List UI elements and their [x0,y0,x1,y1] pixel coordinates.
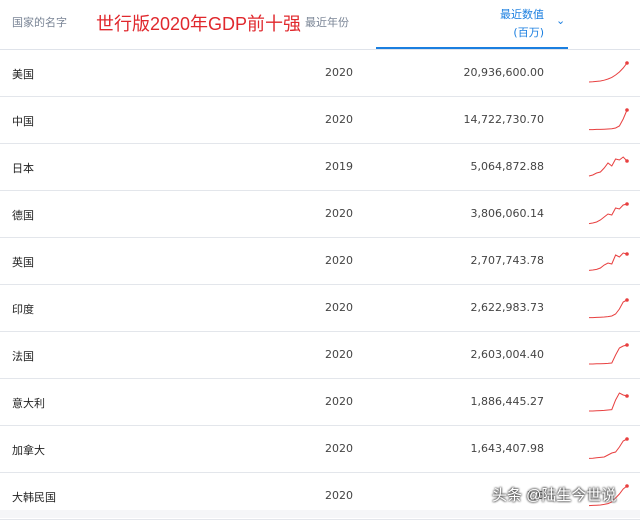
gdp-value: 20,936,600.00 [463,66,544,79]
sparkline-chart [589,108,629,131]
year-value: 2020 [325,442,353,455]
sparkline[interactable] [586,154,630,180]
gdp-table: 国家的名字 世行版2020年GDP前十强 最近年份 最近数值 (百万) ⌄ 美国… [0,0,640,520]
table-row[interactable]: 美国 2020 20,936,600.00 [0,50,640,97]
sparkline[interactable] [586,201,630,227]
country-name[interactable]: 美国 [12,66,34,82]
year-value: 2020 [325,395,353,408]
country-name[interactable]: 中国 [12,113,34,129]
year-column-header[interactable]: 最近年份 [305,14,349,30]
sparkline-line [589,299,628,319]
country-name[interactable]: 英国 [12,254,34,270]
sparkline-chart [588,61,629,83]
sparkline-line [589,344,628,365]
country-name[interactable]: 法国 [12,348,34,364]
sparkline-end-dot [625,343,629,347]
sparkline-end-dot [625,252,629,256]
country-name[interactable]: 印度 [12,301,34,317]
watermark: 头条 @陆生今世说 [492,487,617,504]
gdp-value: 1,643,407.98 [470,442,544,455]
sparkline-end-dot [625,159,629,163]
gdp-value: 2,603,004.40 [470,348,544,361]
sparkline-line [588,203,628,225]
year-value: 2020 [325,66,353,79]
sparkline-end-dot [625,108,629,112]
footer-strip [0,510,640,518]
year-value: 2020 [325,113,353,126]
sparkline-end-dot [625,484,629,488]
country-name[interactable]: 加拿大 [12,442,45,458]
table-row[interactable]: 日本 2019 5,064,872.88 [0,144,640,191]
sparkline-chart [588,437,629,459]
country-name[interactable]: 意大利 [12,395,45,411]
table-row[interactable]: 印度 2020 2,622,983.73 [0,285,640,332]
sparkline-line [589,392,628,412]
sparkline[interactable] [586,248,630,274]
table-row[interactable]: 意大利 2020 1,886,445.27 [0,379,640,426]
year-value: 2020 [325,301,353,314]
sparkline-end-dot [625,394,629,398]
table-row[interactable]: 法国 2020 2,603,004.40 [0,332,640,379]
table-header: 国家的名字 世行版2020年GDP前十强 最近年份 最近数值 (百万) ⌄ [0,0,640,50]
sparkline-chart [588,156,629,177]
country-name[interactable]: 日本 [12,160,34,176]
sparkline-end-dot [625,202,629,206]
sparkline-end-dot [625,298,629,302]
sparkline-line [588,252,628,271]
sparkline[interactable] [586,436,630,462]
country-column-header[interactable]: 国家的名字 [12,14,67,30]
sparkline[interactable] [586,295,630,321]
sparkline-end-dot [625,437,629,441]
sparkline[interactable] [586,60,630,86]
table-row[interactable]: 德国 2020 3,806,060.14 [0,191,640,238]
year-value: 2020 [325,489,353,502]
sparkline-line [589,109,628,131]
value-column-header[interactable]: 最近数值 (百万) [376,0,568,49]
gdp-value: 3,806,060.14 [470,207,544,220]
gdp-value: 5,064,872.88 [470,160,544,173]
sparkline[interactable] [586,342,630,368]
sparkline-chart [589,343,629,365]
sparkline[interactable] [586,389,630,415]
gdp-value: 14,722,730.70 [463,113,544,126]
year-value: 2019 [325,160,353,173]
gdp-value: 2,622,983.73 [470,301,544,314]
year-value: 2020 [325,207,353,220]
country-name[interactable]: 德国 [12,207,34,223]
country-name[interactable]: 大韩民国 [12,489,56,505]
table-row[interactable]: 英国 2020 2,707,743.78 [0,238,640,285]
value-column-header-line1: 最近数值 [500,8,544,21]
year-value: 2020 [325,348,353,361]
chevron-down-icon[interactable]: ⌄ [556,14,565,27]
gdp-value: 1,886,445.27 [470,395,544,408]
table-body: 美国 2020 20,936,600.00 中国 2020 14,722,730.70 日本… [0,50,640,520]
chart-title: 世行版2020年GDP前十强 [96,14,302,34]
sparkline[interactable] [586,107,630,133]
sparkline-chart [588,202,629,225]
sparkline-chart [589,392,629,412]
sparkline-end-dot [625,61,629,65]
year-value: 2020 [325,254,353,267]
gdp-value: 2,707,743.78 [470,254,544,267]
sparkline-line [588,62,628,83]
sparkline-line [588,156,628,177]
table-row[interactable]: 中国 2020 14,722,730.70 [0,97,640,144]
value-column-header-line2: (百万) [513,26,544,39]
sparkline-line [588,438,628,459]
sparkline-chart [589,298,629,319]
table-row[interactable]: 加拿大 2020 1,643,407.98 [0,426,640,473]
sparkline-chart [588,252,629,271]
